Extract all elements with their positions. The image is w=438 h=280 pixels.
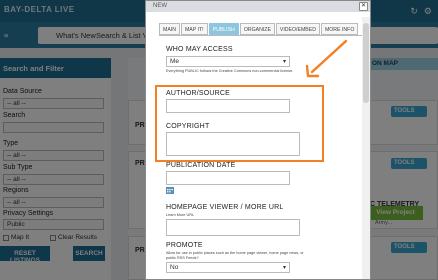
dialog-scrollbar[interactable] <box>362 17 370 279</box>
dialog-title: NEW <box>146 1 370 12</box>
tab-map-it[interactable]: MAP IT! <box>180 23 208 35</box>
chevron-down-icon: ▾ <box>282 59 286 65</box>
close-icon[interactable]: ✕ <box>359 2 368 11</box>
homepage-viewer-label: HOMEPAGE VIEWER / MORE URL <box>166 204 284 211</box>
who-may-access-label: WHO MAY ACCESS <box>166 46 233 53</box>
chevron-down-icon: ▾ <box>282 265 286 271</box>
tab-main[interactable]: MAIN <box>159 23 180 35</box>
tab-video-embed[interactable]: VIDEO/EMBED <box>275 23 320 35</box>
who-may-access-select[interactable]: Me ▾ <box>166 56 290 67</box>
scrollbar-thumb[interactable] <box>363 23 369 103</box>
arrow-annotation-icon <box>305 39 348 78</box>
dialog-tabs: MAIN MAP IT! PUBLISH ORGANIZE VIDEO/EMBE… <box>159 23 359 35</box>
publication-date-label: PUBLICATION DATE <box>166 162 236 169</box>
who-may-access-value: Me <box>170 58 180 65</box>
homepage-viewer-hint: Learn More URL <box>166 213 195 217</box>
homepage-url-textarea[interactable] <box>166 219 300 236</box>
promote-hint: Allow for use in public places such as t… <box>166 251 304 260</box>
publication-date-input[interactable] <box>166 171 290 185</box>
promote-value: No <box>170 264 179 271</box>
tab-publish[interactable]: PUBLISH <box>208 23 239 35</box>
tabs-divider <box>159 35 362 36</box>
calendar-icon[interactable] <box>166 187 174 194</box>
highlight-box <box>155 85 324 162</box>
tab-organize[interactable]: ORGANIZE <box>239 23 275 35</box>
tab-more-info[interactable]: MORE INFO <box>320 23 359 35</box>
promote-label: PROMOTE <box>166 242 203 249</box>
promote-select[interactable]: No ▾ <box>166 262 290 273</box>
who-may-access-hint: Everything PUBLIC follows the Creative C… <box>166 69 294 73</box>
